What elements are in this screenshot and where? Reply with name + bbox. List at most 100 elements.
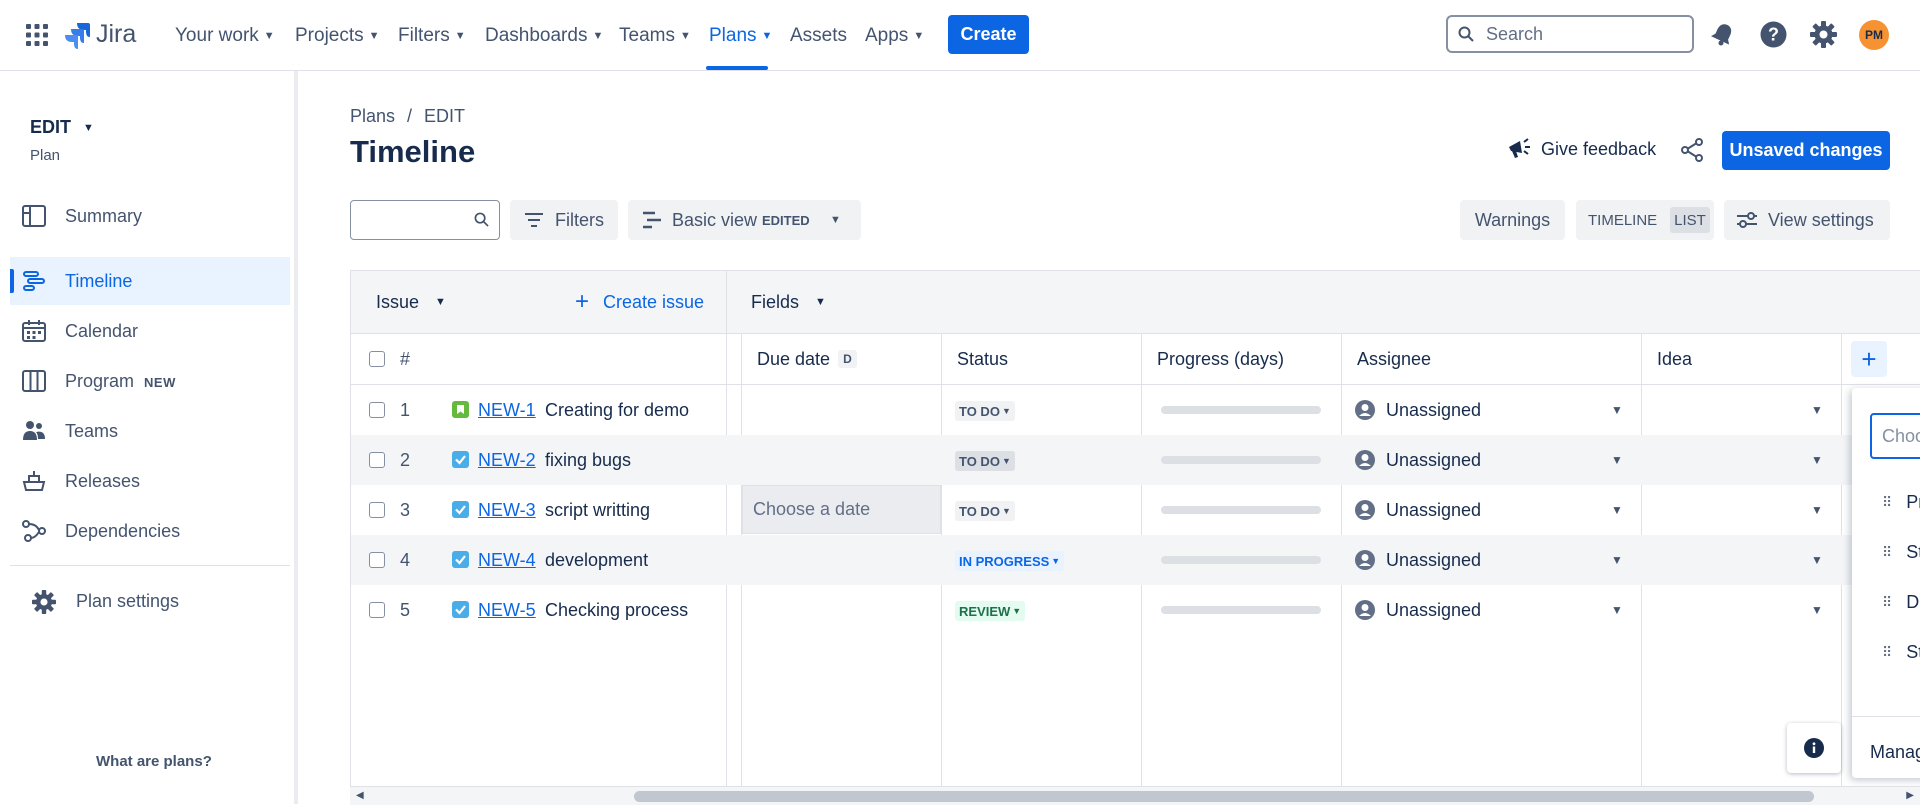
nav-dashboards[interactable]: Dashboards ▼ (485, 22, 603, 50)
scrollbar-thumb[interactable] (634, 791, 1814, 802)
info-button[interactable] (1787, 723, 1841, 773)
filters-button[interactable]: Filters (510, 200, 618, 240)
create-issue-button[interactable]: + Create issue (575, 271, 704, 333)
nav-projects[interactable]: Projects ▼ (295, 22, 380, 50)
chevron-down-icon[interactable]: ▼ (1611, 485, 1623, 535)
app-switcher-icon[interactable] (26, 24, 48, 46)
sidebar-item-teams[interactable]: Teams (10, 407, 290, 455)
timeline-toggle[interactable]: TIMELINE (1588, 212, 1657, 229)
nav-assets[interactable]: Assets (790, 22, 847, 50)
chevron-down-icon[interactable]: ▼ (1611, 535, 1623, 585)
status-lozenge[interactable]: TO DO ▼ (955, 401, 1015, 421)
chevron-down-icon[interactable]: ▼ (1611, 435, 1623, 485)
status-lozenge[interactable]: IN PROGRESS ▼ (955, 551, 1065, 571)
row-checkbox[interactable] (369, 402, 385, 418)
column-header-due-date[interactable]: Due date D (757, 334, 857, 384)
issue-search-input[interactable] (350, 200, 500, 240)
column-header-status[interactable]: Status (957, 334, 1008, 384)
user-avatar[interactable]: PM (1859, 20, 1889, 50)
column-header-idea[interactable]: Idea (1657, 334, 1692, 384)
share-icon[interactable] (1680, 138, 1704, 162)
field-option[interactable]: ⠿ D (1882, 592, 1919, 613)
table-row[interactable]: 1 NEW-1 Creating for demo TO DO ▼ Unassig… (351, 385, 1920, 435)
nav-your-work[interactable]: Your work ▼ (175, 22, 275, 50)
search-field[interactable] (1446, 15, 1694, 53)
sidebar-item-timeline[interactable]: Timeline (10, 257, 290, 305)
table-row[interactable]: 3 NEW-3 script writting Choose a date TO… (351, 485, 1920, 535)
row-checkbox[interactable] (369, 502, 385, 518)
sidebar-item-summary[interactable]: Summary (10, 192, 290, 240)
notifications-icon[interactable] (1710, 21, 1736, 47)
scroll-right-icon[interactable]: ▶ (1906, 790, 1914, 801)
horizontal-scrollbar[interactable]: ◀ ▶ (350, 786, 1920, 805)
row-checkbox[interactable] (369, 552, 385, 568)
field-option[interactable]: ⠿ St (1882, 642, 1920, 663)
list-toggle[interactable]: LIST (1670, 207, 1710, 233)
scroll-left-icon[interactable]: ◀ (356, 790, 364, 801)
give-feedback-button[interactable]: Give feedback (1506, 136, 1656, 162)
nav-apps[interactable]: Apps ▼ (865, 22, 924, 50)
column-header-progress[interactable]: Progress (days) (1157, 334, 1284, 384)
chevron-down-icon[interactable]: ▼ (1811, 385, 1823, 435)
issue-key-link[interactable]: NEW-1 (478, 385, 536, 435)
settings-gear-icon[interactable] (1810, 21, 1837, 48)
status-lozenge[interactable]: REVIEW ▼ (955, 601, 1026, 621)
issue-summary[interactable]: fixing bugs (545, 435, 631, 485)
search-input[interactable] (1484, 22, 1678, 46)
issue-summary[interactable]: script writting (545, 485, 650, 535)
sidebar-item-plan-settings[interactable]: Plan settings (10, 577, 290, 625)
column-header-assignee[interactable]: Assignee (1357, 334, 1431, 384)
issue-key-link[interactable]: NEW-5 (478, 585, 536, 635)
select-all-checkbox[interactable] (369, 351, 385, 367)
issue-summary[interactable]: development (545, 535, 648, 585)
issue-summary[interactable]: Creating for demo (545, 385, 689, 435)
sidebar-item-releases[interactable]: Releases (10, 457, 290, 505)
assignee-picker[interactable]: Unassigned (1355, 585, 1481, 635)
assignee-picker[interactable]: Unassigned (1355, 435, 1481, 485)
issue-summary[interactable]: Checking process (545, 585, 688, 635)
warnings-button[interactable]: Warnings (1460, 200, 1565, 240)
sidebar-item-dependencies[interactable]: Dependencies (10, 507, 290, 555)
what-are-plans-link[interactable]: What are plans? (96, 753, 212, 770)
assignee-picker[interactable]: Unassigned (1355, 385, 1481, 435)
help-icon[interactable]: ? (1760, 21, 1787, 48)
create-button[interactable]: Create (948, 15, 1029, 54)
table-row[interactable]: 5 NEW-5 Checking process REVIEW ▼ Unassig… (351, 585, 1920, 635)
view-settings-button[interactable]: View settings (1724, 200, 1890, 240)
issue-key-link[interactable]: NEW-2 (478, 435, 536, 485)
status-lozenge[interactable]: TO DO ▼ (955, 451, 1015, 471)
assignee-picker[interactable]: Unassigned (1355, 535, 1481, 585)
assignee-picker[interactable]: Unassigned (1355, 485, 1481, 535)
due-date-picker[interactable]: Choose a date (742, 485, 941, 534)
issue-group-button[interactable]: Issue ▼ (376, 271, 446, 333)
breadcrumb-edit[interactable]: EDIT (424, 106, 465, 127)
view-selector-button[interactable]: Basic view EDITED ▼ (628, 200, 861, 240)
fields-button[interactable]: Fields ▼ (751, 271, 826, 333)
issue-key-link[interactable]: NEW-4 (478, 535, 536, 585)
sidebar-item-calendar[interactable]: Calendar (10, 307, 290, 355)
table-row[interactable]: 4 NEW-4 development IN PROGRESS ▼ Unassig… (351, 535, 1920, 585)
breadcrumb-plans[interactable]: Plans (350, 106, 395, 127)
chevron-down-icon[interactable]: ▼ (1811, 535, 1823, 585)
chevron-down-icon[interactable]: ▼ (1611, 585, 1623, 635)
nav-filters[interactable]: Filters ▼ (398, 22, 466, 50)
sidebar-item-program[interactable]: Program NEW (10, 357, 290, 405)
chevron-down-icon[interactable]: ▼ (1811, 585, 1823, 635)
add-field-button[interactable]: + (1851, 341, 1887, 377)
nav-plans[interactable]: Plans ▼ (709, 22, 772, 50)
field-option[interactable]: ⠿ St (1882, 542, 1920, 563)
chevron-down-icon[interactable]: ▼ (1611, 385, 1623, 435)
plan-switcher[interactable]: EDIT ▼ (30, 117, 94, 138)
table-row[interactable]: 2 NEW-2 fixing bugs TO DO ▼ Unassigned ▼ … (351, 435, 1920, 485)
field-search-input[interactable]: Choo (1870, 413, 1920, 459)
manage-fields-link[interactable]: Manag (1870, 742, 1920, 763)
nav-teams[interactable]: Teams ▼ (619, 22, 691, 50)
row-checkbox[interactable] (369, 602, 385, 618)
chevron-down-icon[interactable]: ▼ (1811, 485, 1823, 535)
row-checkbox[interactable] (369, 452, 385, 468)
jira-logo[interactable]: Jira (64, 20, 136, 49)
unsaved-changes-button[interactable]: Unsaved changes (1722, 131, 1890, 170)
issue-key-link[interactable]: NEW-3 (478, 485, 536, 535)
status-lozenge[interactable]: TO DO ▼ (955, 501, 1015, 521)
field-option[interactable]: ⠿ Pr (1882, 492, 1920, 513)
